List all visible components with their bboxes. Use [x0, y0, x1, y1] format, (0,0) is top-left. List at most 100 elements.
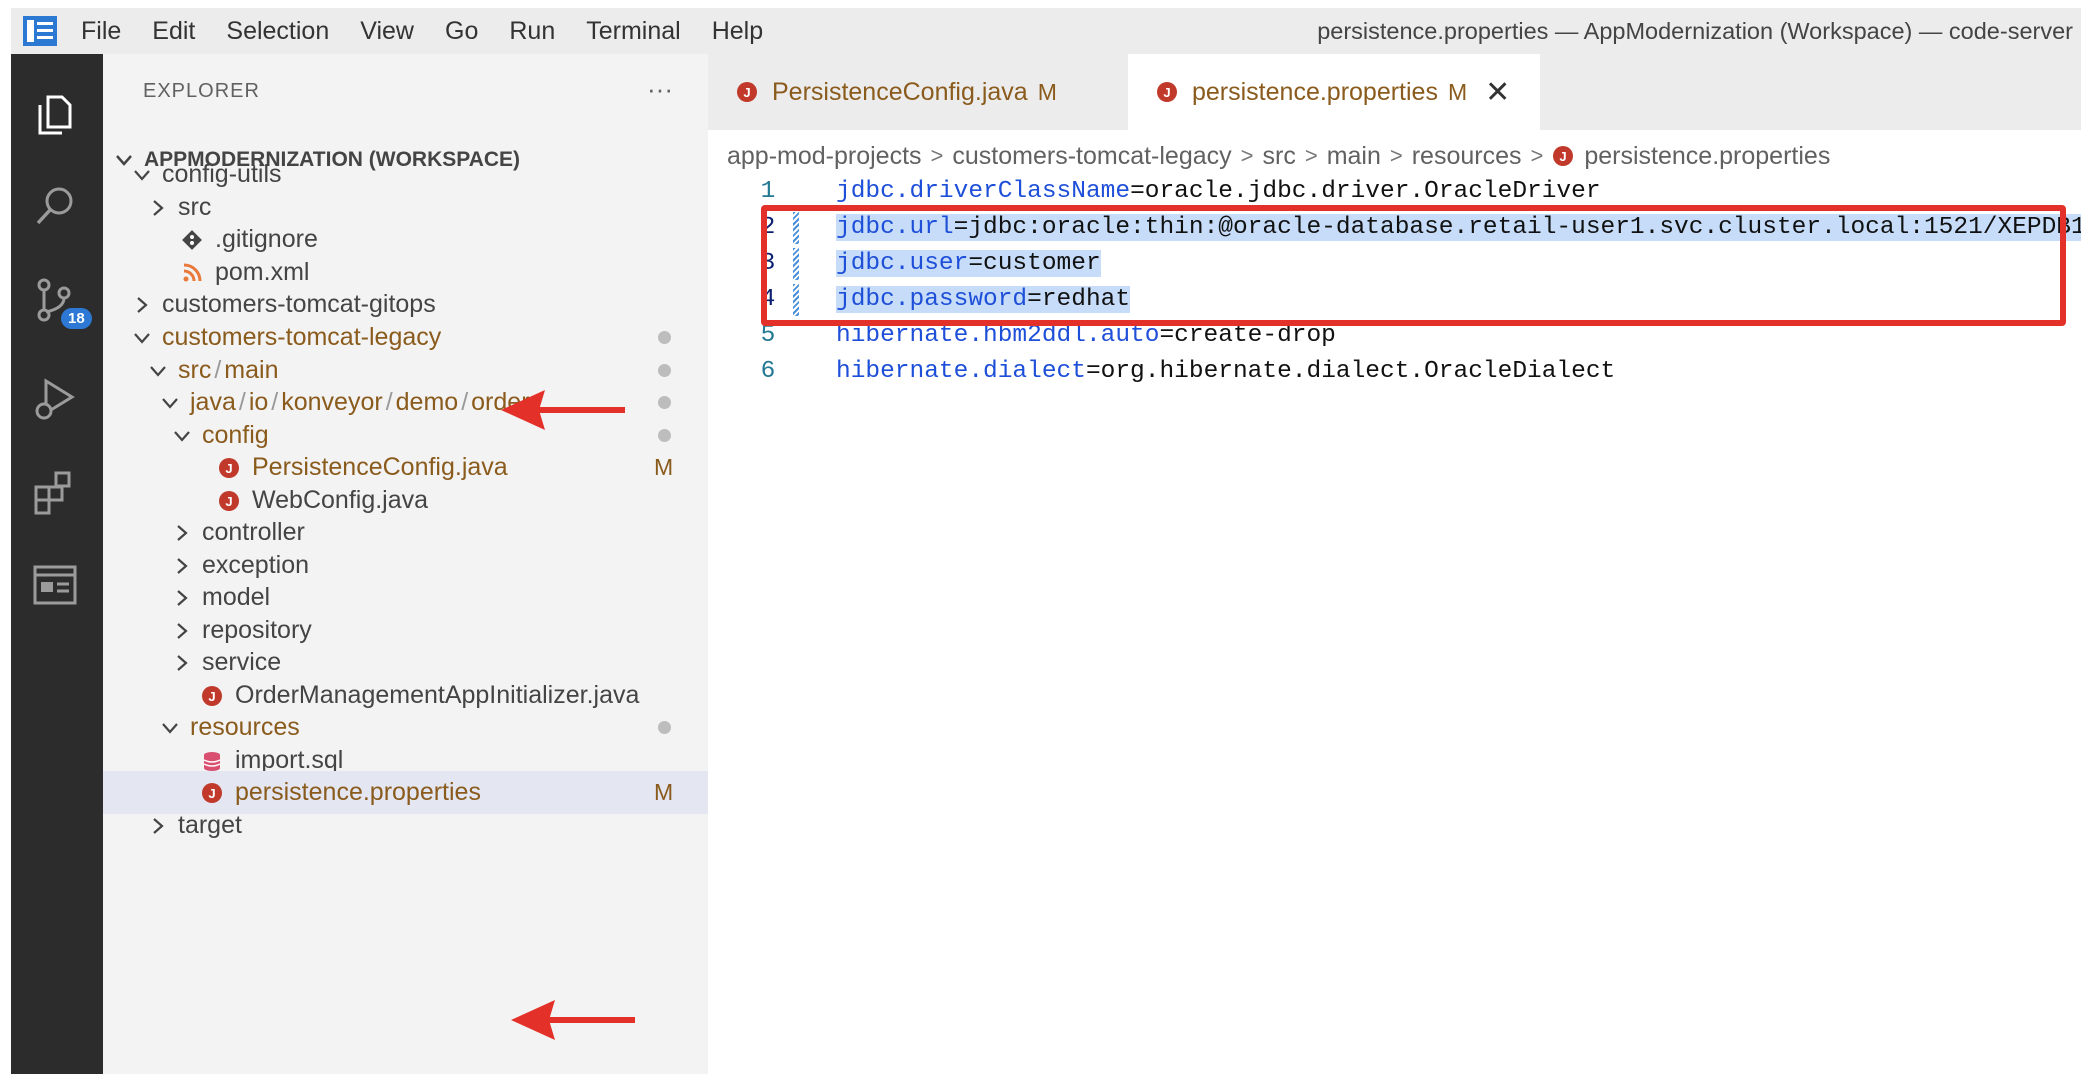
chevron-right-icon	[153, 199, 164, 216]
chevron-right-icon	[177, 557, 188, 574]
git-file-icon	[182, 229, 202, 250]
java-file-icon: J	[219, 490, 239, 511]
svg-text:J: J	[225, 494, 232, 509]
search-icon[interactable]	[25, 176, 85, 236]
property-key: hibernate.hbm2ddl.auto	[836, 322, 1160, 349]
run-debug-icon[interactable]	[25, 368, 85, 428]
chevron-right-icon	[137, 296, 148, 313]
chevron-down-icon	[162, 397, 178, 409]
source-control-icon[interactable]: 18	[25, 270, 92, 330]
property-key: jdbc.driverClassName	[836, 178, 1131, 205]
folder-target[interactable]: target	[103, 804, 708, 847]
chevron-down-icon	[134, 332, 150, 344]
remote-explorer-icon[interactable]	[25, 556, 85, 616]
menu-edit[interactable]: Edit	[152, 17, 195, 46]
highlight-box-annotation	[761, 205, 2066, 326]
menu-terminal[interactable]: Terminal	[586, 17, 680, 46]
menu-run[interactable]: Run	[509, 17, 555, 46]
property-equals: =	[1085, 358, 1101, 385]
code-server-window: File Edit Selection View Go Run Terminal…	[11, 8, 2081, 1074]
window-title: persistence.properties — AppModernizatio…	[1317, 18, 2073, 44]
more-actions-icon[interactable]: ···	[647, 74, 673, 105]
tab-persistence-properties[interactable]: J persistence.properties M ✕	[1128, 54, 1540, 130]
property-value: create-drop	[1174, 322, 1336, 349]
modified-dot-icon	[658, 331, 671, 344]
menu-go[interactable]: Go	[445, 17, 478, 46]
chevron-right-icon	[177, 524, 188, 541]
chevron-down-icon	[174, 430, 190, 442]
editor-tabs: J PersistenceConfig.java M J persistence…	[708, 54, 2081, 130]
property-equals: =	[1159, 322, 1175, 349]
red-arrow-annotation	[511, 1000, 635, 1040]
svg-text:J: J	[208, 689, 215, 704]
property-value: org.hibernate.dialect.OracleDialect	[1100, 358, 1616, 385]
breadcrumb-item[interactable]: customers-tomcat-legacy	[952, 142, 1231, 171]
breadcrumb-item[interactable]: src	[1263, 142, 1296, 171]
chevron-right-icon	[177, 589, 188, 606]
java-file-icon: J	[1553, 146, 1574, 166]
red-arrow-annotation	[501, 390, 625, 430]
property-equals: =	[1130, 178, 1145, 205]
line-number: 6	[760, 358, 776, 385]
source-control-badge: 18	[61, 308, 92, 329]
chevron-right-icon	[177, 622, 188, 639]
tab-label: PersistenceConfig.java	[772, 77, 1028, 106]
modified-dot-icon	[658, 396, 671, 409]
code-text: hibernate.dialect=org.hibernate.dialect.…	[836, 354, 1615, 390]
breadcrumb-item[interactable]: resources	[1412, 142, 1522, 171]
breadcrumb-item[interactable]: persistence.properties	[1584, 142, 1830, 171]
tree-item-label: target	[178, 811, 242, 839]
menu-help[interactable]: Help	[712, 17, 763, 46]
tree-item-label: config-utils	[162, 160, 282, 188]
breadcrumb-item[interactable]: app-mod-projects	[727, 142, 922, 171]
tree-item-label: controller	[202, 518, 305, 546]
property-key: hibernate.dialect	[836, 358, 1086, 385]
tree-item-label: .gitignore	[215, 225, 318, 253]
chevron-down-icon	[162, 722, 178, 734]
java-file-icon: J	[1157, 82, 1177, 102]
chevron-down-icon	[134, 169, 150, 181]
menu-selection[interactable]: Selection	[226, 17, 329, 46]
code-line[interactable]: 6 hibernate.dialect=org.hibernate.dialect…	[708, 354, 2081, 390]
chevron-right-icon: >	[1240, 143, 1254, 168]
chevron-right-icon: >	[1304, 143, 1318, 168]
svg-text:J: J	[225, 461, 232, 476]
explorer-title: EXPLORER	[143, 80, 260, 102]
rss-file-icon	[183, 263, 202, 281]
modified-dot-icon	[658, 429, 671, 442]
property-value: oracle.jdbc.driver.OracleDriver	[1144, 178, 1601, 205]
modified-dot-icon	[658, 721, 671, 734]
tree-item-label: model	[202, 583, 271, 611]
svg-text:J: J	[1163, 85, 1170, 100]
tree-item-label: PersistenceConfig.java	[252, 453, 508, 481]
tree-item-label: service	[202, 648, 282, 676]
code-server-logo-icon[interactable]	[23, 16, 57, 46]
explorer-icon[interactable]	[25, 84, 85, 144]
tab-modified-marker: M	[1037, 78, 1057, 105]
breadcrumb-item[interactable]: main	[1327, 142, 1381, 171]
modified-dot-icon	[658, 364, 671, 377]
activity-bar: 18	[11, 54, 103, 1074]
tree-item-label: persistence.properties	[235, 778, 481, 806]
tab-modified-marker: M	[1447, 78, 1468, 105]
close-icon[interactable]: ✕	[1485, 75, 1510, 110]
java-file-icon: J	[219, 457, 239, 478]
tree-item-label: customers-tomcat-legacy	[162, 323, 442, 351]
breadcrumb: app-mod-projects > customers-tomcat-legac…	[727, 136, 1830, 176]
menu-bar: File Edit Selection View Go Run Terminal…	[81, 8, 794, 54]
extensions-icon[interactable]	[25, 462, 85, 522]
chevron-right-icon: >	[930, 143, 944, 168]
tree-item-label: java / io / konveyor / demo / order...	[190, 388, 549, 416]
chevron-down-icon	[150, 365, 166, 377]
java-file-icon: J	[202, 782, 222, 803]
svg-text:J: J	[208, 786, 215, 801]
chevron-right-icon	[153, 817, 164, 834]
tab-persistence-config[interactable]: J PersistenceConfig.java M	[708, 54, 1128, 130]
tree-item-label: resources	[190, 713, 300, 741]
menu-view[interactable]: View	[360, 17, 414, 46]
menu-file[interactable]: File	[81, 17, 121, 46]
chevron-right-icon: >	[1389, 143, 1403, 168]
svg-text:J: J	[1560, 149, 1567, 164]
java-file-icon: J	[737, 82, 757, 102]
explorer-sidebar: EXPLORER ··· APPMODERNIZATION (WORKSPACE…	[103, 54, 708, 1074]
